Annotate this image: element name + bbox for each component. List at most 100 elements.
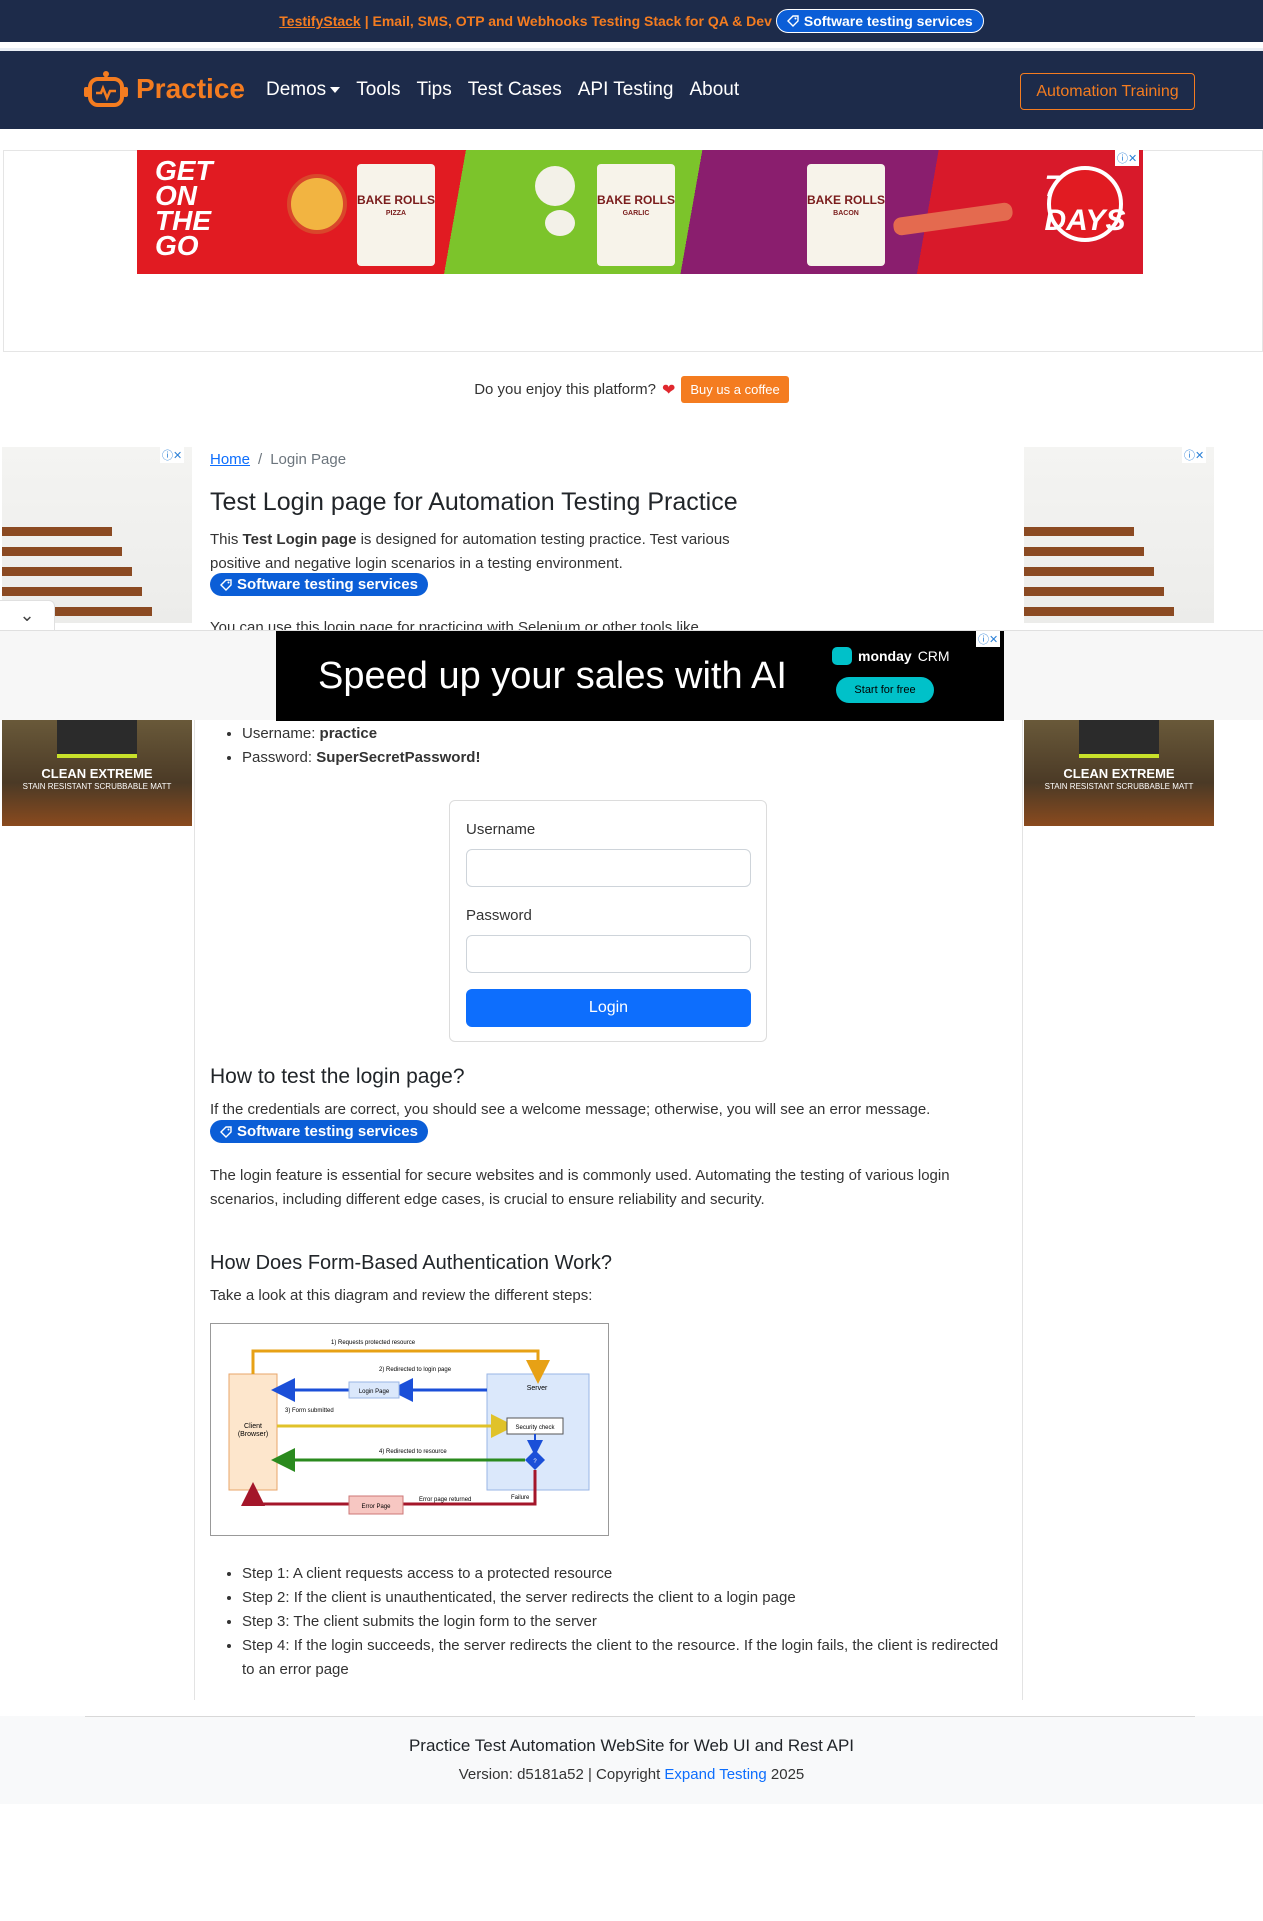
heart-icon: ❤	[661, 381, 676, 399]
ad-product-pizza: BAKE ROLLS PIZZA	[357, 164, 435, 266]
diagram-label: Error page returned	[419, 1497, 471, 1503]
ad-info-close-icon[interactable]: ⓘ✕	[160, 447, 185, 463]
diagram-label: 2) Redirected to login page	[379, 1367, 452, 1373]
diagram-label: Server	[527, 1385, 548, 1392]
list-item: Step 3: The client submits the login for…	[242, 1610, 1002, 1634]
expand-testing-link[interactable]: Expand Testing	[664, 1766, 766, 1783]
chevron-down-icon: ⌄	[19, 605, 35, 625]
intro-prefix: This	[210, 531, 243, 548]
breadcrumb-current: Login Page	[270, 451, 347, 468]
credentials-list: Username: practice Password: SuperSecret…	[242, 722, 480, 770]
monday-logo: monday CRM	[832, 647, 950, 665]
ad-info-close-icon[interactable]: ⓘ✕	[1115, 150, 1140, 166]
software-testing-badge-top[interactable]: Software testing services	[775, 9, 984, 33]
password-input[interactable]	[466, 935, 751, 973]
garlic-image	[545, 210, 575, 236]
credential-label: Password:	[242, 749, 317, 766]
list-item: Username: practice	[242, 722, 480, 746]
coffee-prompt: Do you enjoy this platform? ❤ Buy us a c…	[0, 376, 1263, 403]
top-ad-banner[interactable]: GET ON THE GO BAKE ROLLS PIZZA BAKE ROLLS…	[137, 150, 1143, 274]
ad-headline-line: GO	[155, 230, 199, 261]
buy-coffee-button[interactable]: Buy us a coffee	[681, 376, 789, 403]
main-navbar: Practice Demos Tools Tips Test Cases API…	[0, 51, 1263, 129]
nav-demos-label: Demos	[266, 79, 327, 100]
garlic-image	[535, 166, 575, 206]
floor-ad-image: CLEAN EXTREME STAIN RESISTANT SCRUBBABLE…	[2, 720, 192, 826]
testifystack-link[interactable]: TestifyStack	[279, 13, 360, 29]
product-jar	[57, 720, 137, 758]
breadcrumb-separator: /	[258, 451, 263, 468]
list-item: Step 2: If the client is unauthenticated…	[242, 1586, 1002, 1610]
sticky-ad-headline: Speed up your sales with AI	[318, 655, 787, 697]
footer-year: 2025	[766, 1766, 805, 1783]
ad-info-close-icon[interactable]: ⓘ✕	[976, 631, 1001, 647]
ad-product-subtitle: STAIN RESISTANT SCRUBBABLE MATT	[22, 782, 172, 791]
diagram-label: 3) Form submitted	[285, 1408, 334, 1414]
diagram-label: Error Page	[361, 1504, 391, 1510]
credential-value: practice	[319, 725, 378, 742]
username-label: Username	[466, 821, 536, 838]
start-for-free-button[interactable]: Start for free	[836, 677, 934, 703]
breadcrumb-home[interactable]: Home	[210, 451, 250, 468]
stairs-image	[1024, 447, 1214, 623]
brand-logo[interactable]: Practice	[84, 69, 245, 109]
stairs-image	[2, 447, 192, 623]
diagram-label: Failure	[511, 1495, 530, 1501]
left-side-ad-bottom[interactable]: CLEAN EXTREME STAIN RESISTANT SCRUBBABLE…	[2, 720, 192, 826]
promo-bar: TestifyStack | Email, SMS, OTP and Webho…	[0, 0, 1263, 42]
ad-product-title: CLEAN EXTREME	[41, 766, 153, 781]
diagram-label: Client	[244, 1423, 262, 1430]
password-label: Password	[466, 907, 532, 924]
login-feature-paragraph: The login feature is essential for secur…	[210, 1167, 950, 1208]
nav-about[interactable]: About	[690, 79, 740, 101]
footer-version-text: Version: d5181a52 | Copyright	[458, 1766, 665, 1783]
tag-icon	[220, 1125, 232, 1138]
bacon-image	[892, 201, 1014, 237]
ad-product-garlic: BAKE ROLLS GARLIC	[597, 164, 675, 266]
content-border	[1022, 720, 1023, 1700]
badge-label: Software testing services	[237, 576, 418, 593]
diagram-label: 4) Redirected to resource	[379, 1449, 447, 1455]
ad-product-bacon: BAKE ROLLS BACON	[807, 164, 885, 266]
sticky-ad[interactable]: Speed up your sales with AI monday CRM S…	[276, 631, 1004, 721]
badge-label: Software testing services	[237, 1123, 418, 1140]
ad-product-subtitle: STAIN RESISTANT SCRUBBABLE MATT	[1044, 782, 1194, 791]
tag-icon	[220, 578, 232, 591]
nav-api-testing[interactable]: API Testing	[578, 79, 674, 101]
promo-text: | Email, SMS, OTP and Webhooks Testing S…	[364, 13, 772, 29]
ad-headline: GET ON THE GO	[155, 157, 213, 261]
monday-brand-suffix: CRM	[917, 648, 950, 664]
right-side-ad-top[interactable]: ⓘ✕	[1024, 447, 1214, 627]
username-input[interactable]	[466, 849, 751, 887]
steps-list: Step 1: A client requests access to a pr…	[242, 1562, 1002, 1682]
nav-tips[interactable]: Tips	[417, 79, 452, 101]
login-button[interactable]: Login	[466, 989, 751, 1027]
diagram-svg: Client (Browser) Server 1) Requests prot…	[228, 1340, 590, 1515]
brand-name: Practice	[136, 73, 245, 104]
right-side-ad-bottom[interactable]: CLEAN EXTREME STAIN RESISTANT SCRUBBABLE…	[1024, 720, 1214, 828]
form-auth-heading: How Does Form-Based Authentication Work?	[210, 1252, 613, 1274]
floor-ad-image: CLEAN EXTREME STAIN RESISTANT SCRUBBABLE…	[1024, 720, 1214, 826]
ad-product-title: CLEAN EXTREME	[1063, 766, 1175, 781]
content-border	[194, 720, 195, 1700]
form-auth-text: Take a look at this diagram and review t…	[210, 1287, 593, 1304]
coffee-question: Do you enjoy this platform?	[474, 381, 656, 398]
nav-tools[interactable]: Tools	[356, 79, 400, 101]
nav-test-cases[interactable]: Test Cases	[468, 79, 562, 101]
intro-text: This Test Login page is designed for aut…	[210, 528, 770, 576]
collapse-ad-button[interactable]: ⌄	[0, 600, 55, 630]
product-jar	[1079, 720, 1159, 758]
caret-down-icon	[330, 86, 341, 93]
automation-training-button[interactable]: Automation Training	[1020, 73, 1195, 110]
diagram-label: Login Page	[359, 1389, 390, 1395]
ad-info-close-icon[interactable]: ⓘ✕	[1182, 447, 1207, 463]
software-testing-badge[interactable]: Software testing services	[210, 573, 428, 596]
footer-divider	[85, 1716, 1195, 1717]
how-to-text: If the credentials are correct, you shou…	[210, 1101, 931, 1118]
breadcrumb: Home / Login Page	[210, 451, 346, 468]
login-form: Username Password Login	[449, 800, 767, 1042]
software-testing-badge[interactable]: Software testing services	[210, 1120, 428, 1143]
credential-label: Username:	[242, 725, 320, 742]
nav-demos[interactable]: Demos	[266, 79, 341, 101]
list-item: Step 1: A client requests access to a pr…	[242, 1562, 1002, 1586]
